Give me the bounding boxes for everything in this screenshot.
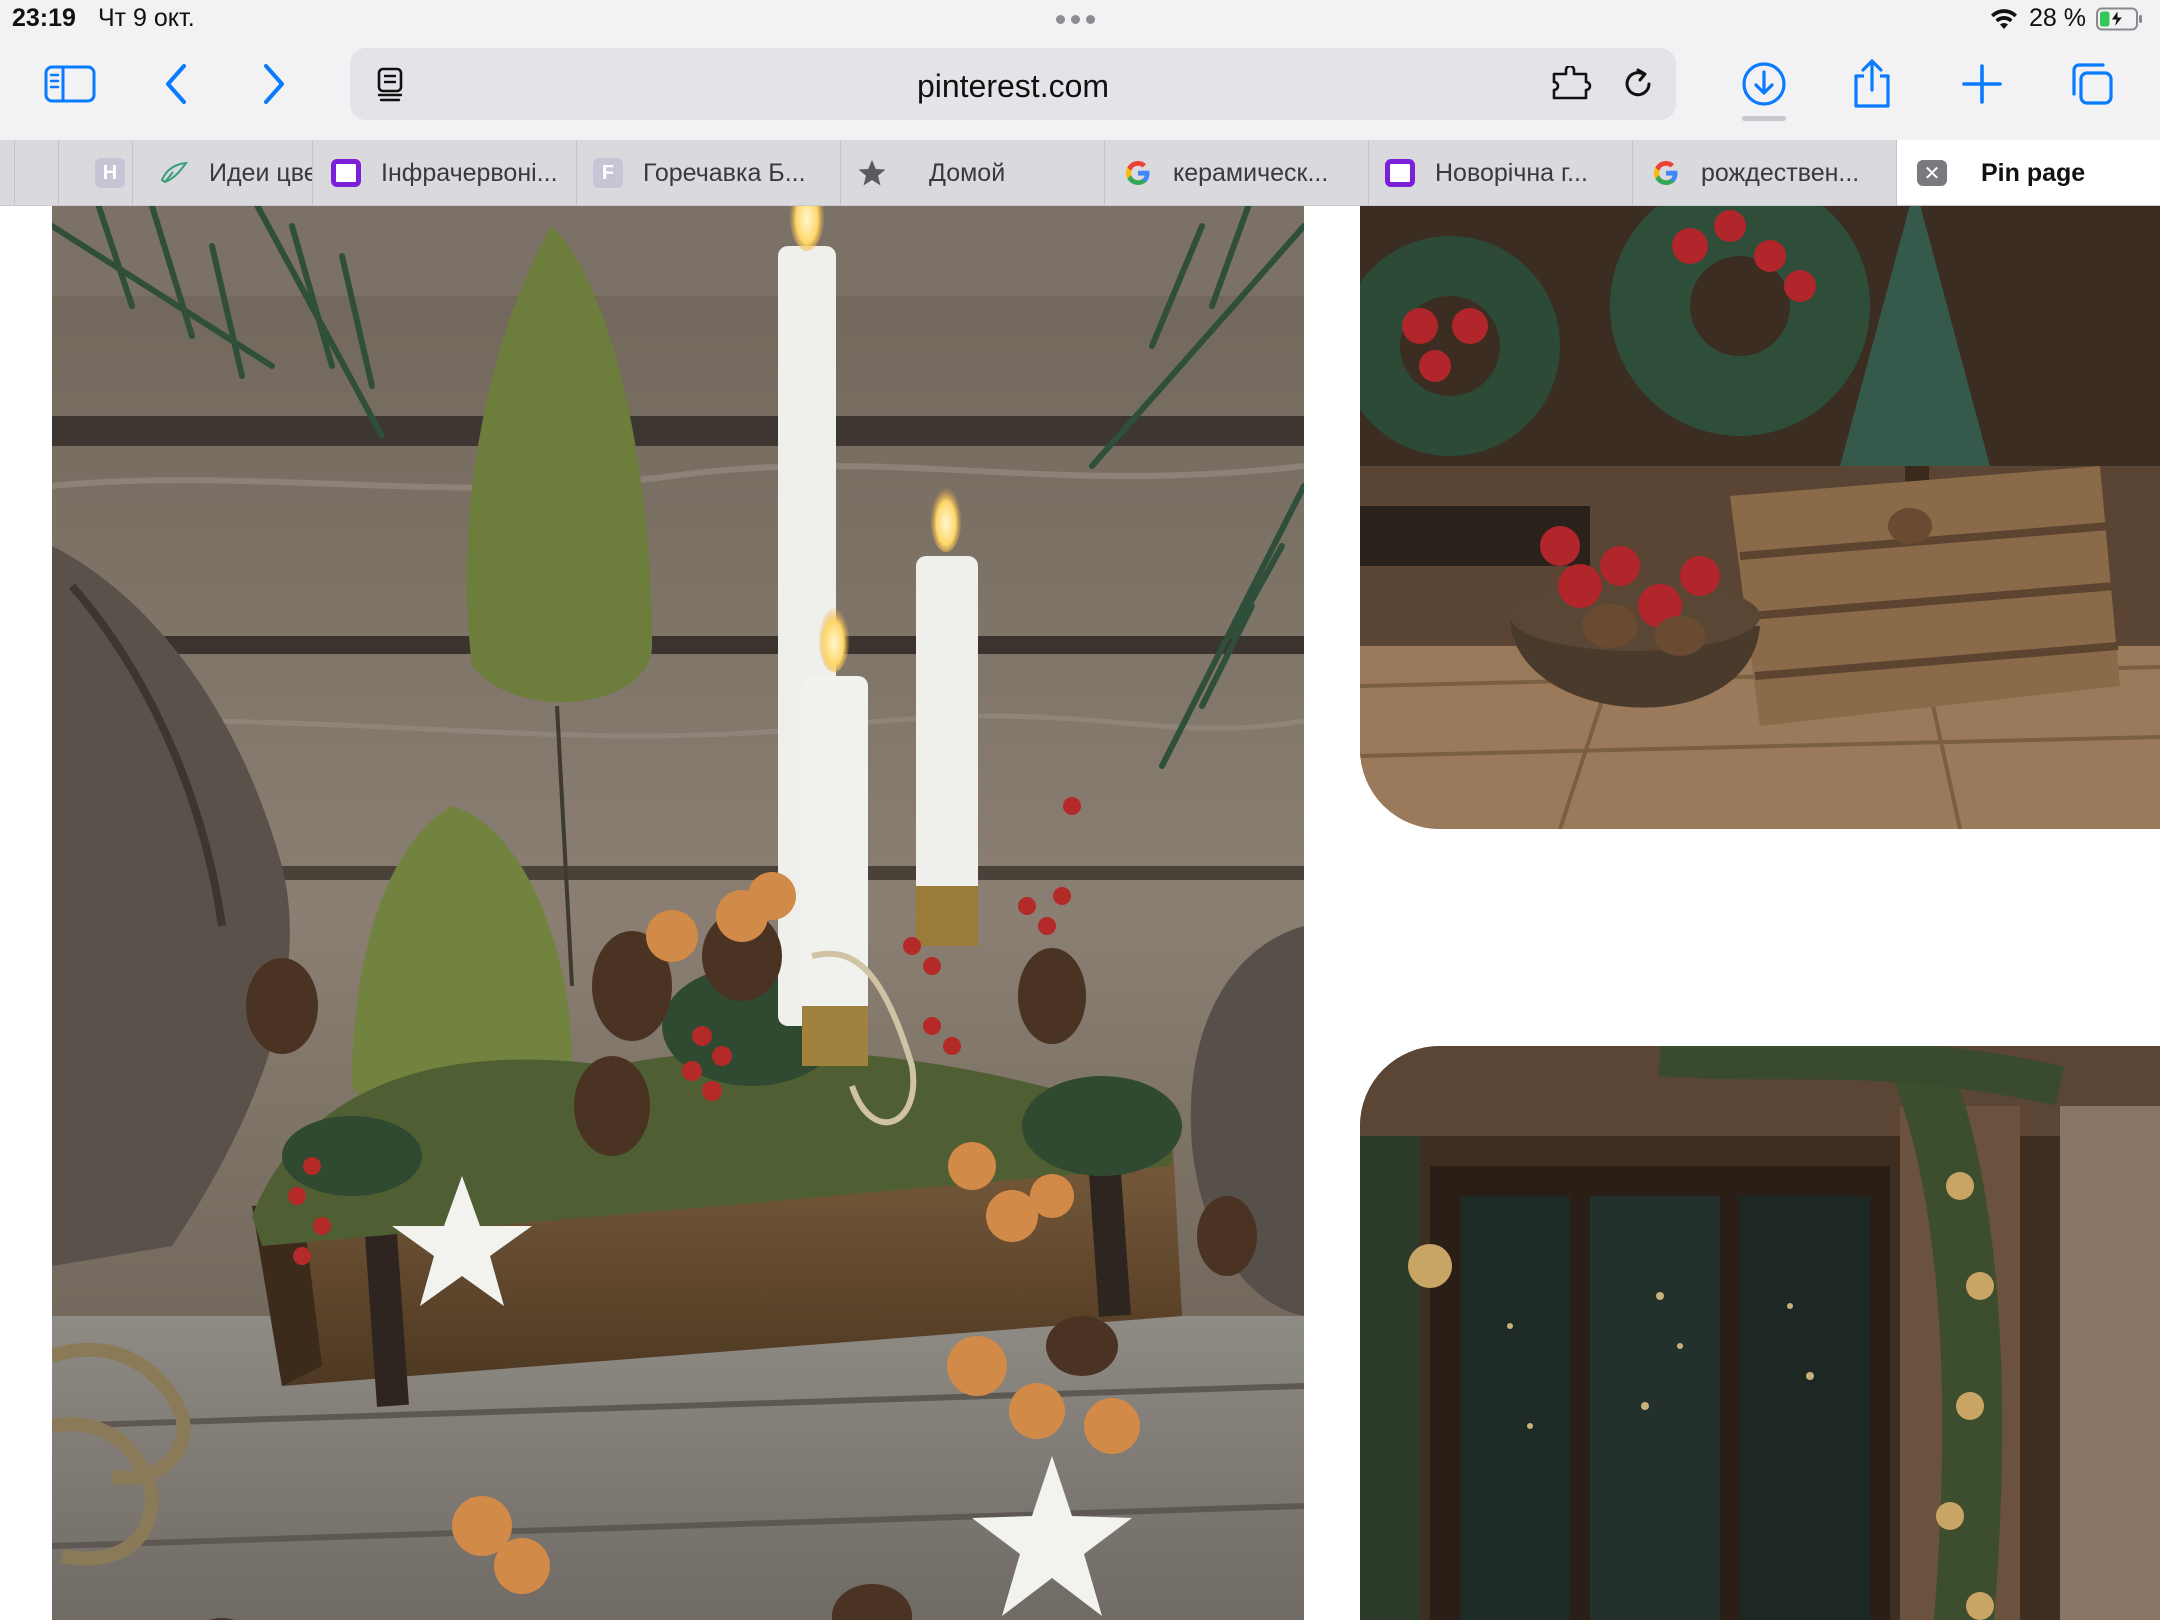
tab-pinned-empty[interactable]: [14, 140, 58, 205]
google-favicon-icon: [1123, 158, 1153, 188]
google-favicon-icon: [1651, 158, 1681, 188]
pin-image-cabin-window[interactable]: [1360, 1046, 2160, 1620]
status-date: Чт 9 окт.: [98, 4, 195, 32]
tab-label: Pin page: [1981, 158, 2086, 187]
plus-icon: [1962, 64, 2002, 104]
tab-new-year[interactable]: Новорічна г...: [1368, 140, 1632, 205]
back-button[interactable]: [144, 56, 208, 112]
battery-percentage: 28 %: [2029, 4, 2086, 32]
extensions-icon[interactable]: [1550, 66, 1594, 102]
tabs-overview-icon: [2072, 63, 2113, 105]
tab-home[interactable]: Домой: [840, 140, 1104, 205]
tab-label: Домой: [929, 158, 1006, 187]
tab-label: Горечавка Б...: [643, 158, 806, 187]
tab-infrared[interactable]: Інфрачервоні...: [312, 140, 576, 205]
downloads-button[interactable]: [1732, 56, 1796, 112]
leaf-favicon-icon: [159, 158, 189, 188]
tab-label: рождествен...: [1701, 158, 1860, 187]
wifi-icon: [1991, 8, 2018, 29]
browser-toolbar: pinterest.com: [0, 40, 2160, 140]
letter-favicon-icon: H: [95, 158, 125, 188]
pin-image-porch-wreaths[interactable]: [1360, 206, 2160, 829]
pin-image-candle-centerpiece[interactable]: [52, 206, 1304, 1620]
status-time: 23:19: [12, 4, 76, 32]
multitasking-dots-icon[interactable]: [1056, 15, 1095, 24]
share-button[interactable]: [1840, 56, 1904, 112]
share-icon: [1854, 59, 1890, 108]
address-bar[interactable]: pinterest.com: [350, 48, 1676, 120]
tabs-overview-button[interactable]: [2060, 56, 2124, 112]
tab-label: Інфрачервоні...: [381, 158, 558, 187]
purple-square-favicon-icon: [331, 159, 361, 187]
tab-ceramic[interactable]: керамическ...: [1104, 140, 1368, 205]
forward-icon: [264, 64, 284, 104]
download-progress-indicator: [1742, 116, 1786, 121]
reload-icon[interactable]: [1618, 64, 1658, 104]
sidebar-toggle-button[interactable]: [38, 56, 102, 112]
tab-flower-ideas[interactable]: Идеи цве: [132, 140, 312, 205]
new-tab-button[interactable]: [1950, 56, 2014, 112]
purple-square-favicon-icon: [1385, 159, 1415, 187]
download-icon: [1742, 62, 1786, 106]
tab-bar: H Идеи цве Інфрачервоні... F Горечавка Б…: [0, 140, 2160, 206]
tab-christmas[interactable]: рождествен...: [1632, 140, 1896, 205]
tab-gentian[interactable]: F Горечавка Б...: [576, 140, 840, 205]
star-favicon-icon: [857, 158, 887, 188]
pinterest-feed: [0, 206, 2160, 1620]
tab-label: Новорічна г...: [1435, 158, 1588, 187]
status-bar: 23:19 Чт 9 окт. 28 %: [0, 0, 2160, 40]
letter-favicon-icon: F: [593, 158, 623, 188]
tab-label: керамическ...: [1173, 158, 1329, 187]
battery-charging-icon: [2096, 7, 2142, 30]
status-indicators: 28 %: [1989, 4, 2144, 33]
url-text[interactable]: pinterest.com: [350, 68, 1676, 105]
tab-h[interactable]: H: [58, 140, 132, 205]
tab-pin-page[interactable]: ✕ Pin page: [1896, 140, 2160, 205]
forward-button[interactable]: [242, 56, 306, 112]
close-tab-icon[interactable]: ✕: [1917, 160, 1947, 186]
sidebar-icon: [44, 65, 96, 103]
tab-label: Идеи цве: [209, 158, 312, 187]
back-icon: [166, 64, 186, 104]
